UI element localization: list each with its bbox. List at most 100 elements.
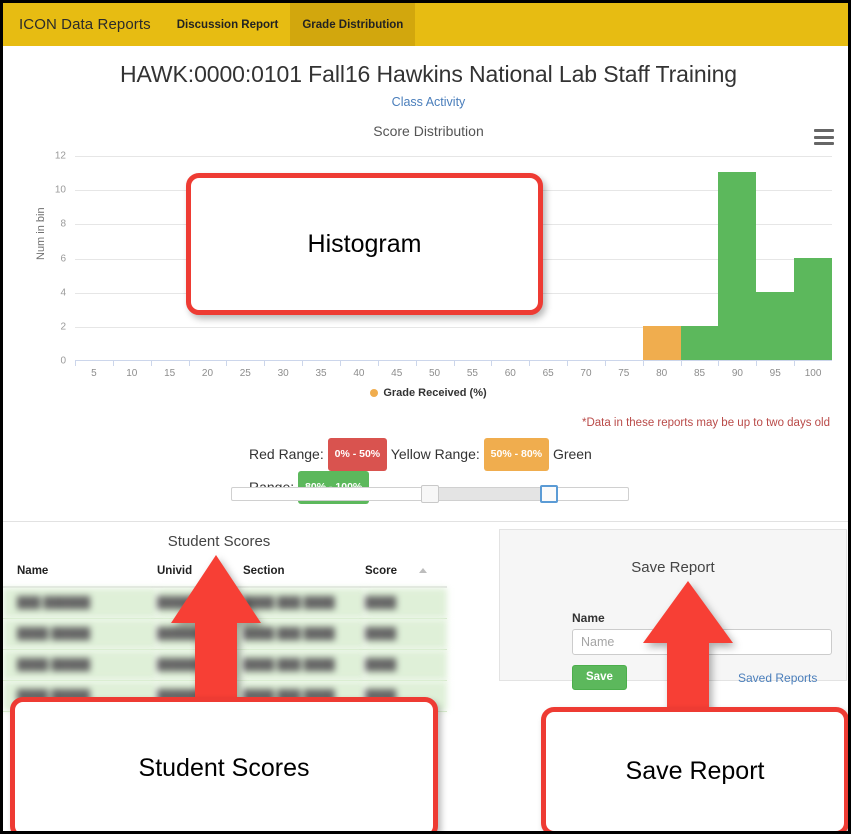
table-cell-name: ████ █████ — [3, 618, 157, 650]
chart-x-tick-label: 85 — [693, 368, 706, 379]
slider-selected-range — [430, 488, 550, 500]
chart-x-tick-label: 100 — [804, 368, 822, 379]
chart-x-tick-mark — [794, 361, 796, 366]
tab-discussion-report-label: Discussion Report — [176, 18, 279, 31]
chart-x-tick-mark — [264, 361, 266, 366]
chart-x-tick-label: 55 — [466, 368, 478, 379]
red-range-label: Red Range: — [249, 446, 324, 463]
save-button[interactable]: Save — [572, 665, 627, 690]
table-cell-section: ████ ███ ████ — [243, 649, 365, 681]
tab-grade-distribution[interactable]: Grade Distribution — [290, 3, 416, 46]
chart-x-tick-mark — [302, 361, 304, 366]
annotation-label-histogram: Histogram — [307, 229, 422, 258]
chart-x-tick-mark — [680, 361, 682, 366]
page-title: HAWK:0000:0101 Fall16 Hawkins National L… — [120, 61, 737, 87]
save-report-name-label: Name — [572, 611, 605, 625]
chart-x-tick-label: 75 — [618, 368, 630, 379]
chart-gridline — [75, 156, 832, 157]
chart-y-tick-label: 4 — [60, 287, 66, 299]
chart-legend[interactable]: Grade Received (%) — [13, 387, 844, 399]
chart-x-tick-mark — [604, 361, 606, 366]
table-cell-score: ████ — [365, 649, 447, 681]
section-divider — [3, 521, 848, 522]
top-navbar: ICON Data Reports Discussion Report Grad… — [3, 3, 848, 46]
column-header-score[interactable]: Score — [365, 559, 447, 588]
chart-bar[interactable] — [756, 291, 795, 360]
chart-y-tick-label: 12 — [54, 150, 66, 162]
chart-x-tick-label: 95 — [769, 368, 781, 379]
menu-line-1 — [814, 129, 834, 132]
yellow-range-label: Yellow Range: — [390, 446, 480, 463]
chart-x-tick-label: 35 — [315, 368, 327, 379]
chart-y-axis-label: Num in bin — [35, 207, 47, 260]
chart-x-tick-mark — [339, 361, 341, 366]
chart-x-tick-mark — [529, 361, 531, 366]
chart-x-tick-label: 70 — [580, 368, 592, 379]
chart-x-tick-mark — [567, 361, 569, 366]
table-cell-section: ████ ███ ████ — [243, 587, 365, 619]
student-scores-title: Student Scores — [167, 533, 271, 550]
chart-bar[interactable] — [680, 325, 719, 360]
chart-x-tick-mark — [188, 361, 190, 366]
column-header-section[interactable]: Section — [243, 559, 365, 588]
annotation-arrow-student-scores — [171, 555, 261, 705]
table-cell-score: ████ — [365, 618, 447, 650]
chart-x-tick-mark — [377, 361, 379, 366]
chart-x-tick-label: 60 — [504, 368, 516, 379]
app-window: ICON Data Reports Discussion Report Grad… — [0, 0, 851, 834]
chart-x-tick-label: 65 — [542, 368, 554, 379]
slider-handle-lower[interactable] — [421, 485, 439, 503]
hamburger-menu-icon[interactable] — [814, 129, 834, 145]
chart-x-tick-label: 5 — [91, 368, 97, 379]
yellow-range-badge: 50% - 80% — [483, 438, 550, 471]
chart-x-tick-mark — [75, 361, 76, 366]
chart-x-tick-label: 30 — [277, 368, 289, 379]
annotation-callout-histogram: Histogram — [186, 173, 543, 315]
chart-y-tick-label: 8 — [60, 218, 66, 230]
annotation-callout-save-report: Save Report — [541, 707, 848, 831]
chart-x-tick-label: 40 — [353, 368, 365, 379]
chart-bar[interactable] — [642, 325, 681, 360]
class-activity-link[interactable]: Class Activity — [3, 95, 848, 109]
chart-x-tick-label: 10 — [126, 368, 138, 379]
chart-bar[interactable] — [794, 257, 832, 360]
chart-title: Score Distribution — [373, 123, 484, 139]
chart-x-tick-mark — [718, 361, 720, 366]
annotation-callout-student-scores: Student Scores — [10, 697, 438, 831]
annotation-label-student-scores: Student Scores — [138, 753, 310, 782]
chart-x-tick-label: 15 — [164, 368, 176, 379]
menu-line-3 — [814, 142, 834, 145]
chart-y-tick-label: 10 — [54, 184, 66, 196]
table-cell-name: ███ ██████ — [3, 587, 157, 619]
nav-brand[interactable]: ICON Data Reports — [3, 3, 165, 46]
column-header-name[interactable]: Name — [3, 559, 157, 588]
table-cell-section: ████ ███ ████ — [243, 618, 365, 650]
chart-legend-label: Grade Received (%) — [383, 387, 487, 399]
chart-x-tick-mark — [453, 361, 455, 366]
chart-x-tick-mark — [642, 361, 644, 366]
chart-x-tick-mark — [150, 361, 152, 366]
annotation-arrow-save-report — [643, 581, 733, 716]
tab-discussion-report[interactable]: Discussion Report — [165, 3, 291, 46]
chart-x-tick-mark — [415, 361, 417, 366]
tab-grade-distribution-label: Grade Distribution — [302, 18, 404, 31]
chart-x-axis: 5 10 15 20 25 30 35 40 45 50 55 60 65 70 75 80 85 90 95 100 — [75, 361, 832, 383]
red-range-badge: 0% - 50% — [327, 438, 388, 471]
chart-y-tick-label: 6 — [60, 253, 66, 264]
chart-x-tick-label: 90 — [731, 368, 743, 379]
chart-x-tick-mark — [756, 361, 758, 366]
chart-x-tick-label: 25 — [239, 368, 251, 379]
chart-y-tick-label: 0 — [60, 355, 66, 367]
chart-x-tick-mark — [226, 361, 228, 366]
table-cell-score: ████ — [365, 587, 447, 619]
chart-x-tick-label: 50 — [429, 368, 441, 379]
table-cell-name: ████ █████ — [3, 649, 157, 681]
slider-handle-upper[interactable] — [540, 485, 559, 503]
nav-brand-label: ICON Data Reports — [19, 16, 151, 33]
data-freshness-warning: *Data in these reports may be up to two … — [581, 417, 830, 429]
chart-y-tick-label: 2 — [60, 321, 66, 333]
saved-reports-link[interactable]: Saved Reports — [738, 671, 817, 685]
chart-x-tick-label: 20 — [201, 368, 214, 379]
chart-bar[interactable] — [718, 172, 757, 360]
grade-range-slider[interactable] — [231, 485, 629, 503]
